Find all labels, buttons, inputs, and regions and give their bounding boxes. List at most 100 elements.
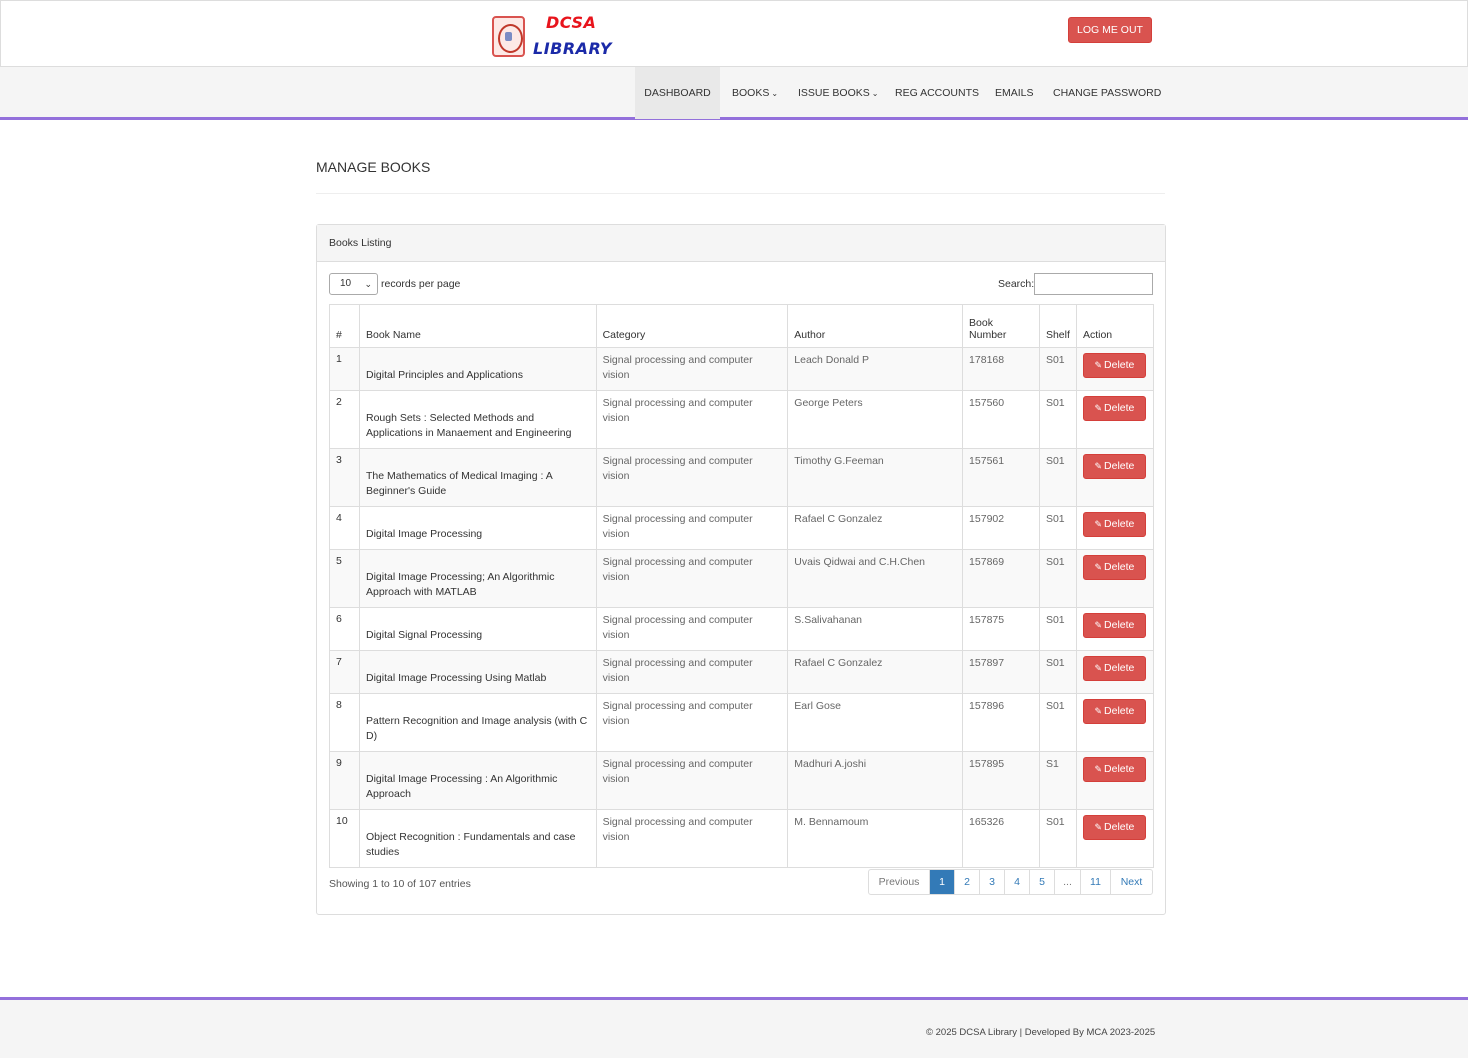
delete-button[interactable]: ✎ Delete — [1082, 656, 1146, 681]
book-author: Rafael C Gonzalez — [787, 650, 964, 694]
action-cell: ✎ Delete — [1075, 809, 1155, 868]
chevron-down-icon: ⌄ — [871, 89, 879, 98]
column-header-book-number-line2: Number — [969, 329, 1007, 341]
nav-change-password[interactable]: CHANGE PASSWORD — [1053, 67, 1161, 119]
delete-button[interactable]: ✎ Delete — [1082, 555, 1146, 580]
delete-button[interactable]: ✎ Delete — [1082, 757, 1146, 782]
book-number: 178168 — [962, 347, 1040, 391]
book-category: Signal processing and computer vision — [595, 549, 789, 608]
book-name: Digital Signal Processing — [365, 629, 483, 641]
delete-label: Delete — [1104, 662, 1135, 674]
book-name: Digital Image Processing : An Algorithmi… — [365, 773, 558, 800]
delete-button[interactable]: ✎ Delete — [1082, 512, 1146, 537]
pagination-page[interactable]: 1 — [929, 870, 954, 894]
column-header-category[interactable]: Category — [595, 304, 789, 348]
table-row: 5 Digital Image Processing; An Algorithm… — [329, 549, 1155, 608]
book-author: Timothy G.Feeman — [787, 448, 964, 507]
action-cell: ✎ Delete — [1075, 347, 1155, 391]
logout-button[interactable]: LOG ME OUT — [1068, 17, 1152, 43]
table-row: 7 Digital Image Processing Using Matlab … — [329, 650, 1155, 694]
table-row: 9 Digital Image Processing : An Algorith… — [329, 751, 1155, 810]
nav-emails[interactable]: EMAILS — [995, 67, 1034, 119]
delete-label: Delete — [1104, 460, 1135, 472]
row-num: 5 — [329, 549, 360, 608]
book-name-cell: Rough Sets : Selected Methods and Applic… — [358, 390, 597, 449]
records-per-page-label: records per page — [381, 278, 461, 290]
pagination-previous[interactable]: Previous — [869, 870, 929, 894]
book-category: Signal processing and computer vision — [595, 506, 789, 550]
book-category: Signal processing and computer vision — [595, 347, 789, 391]
action-cell: ✎ Delete — [1075, 693, 1155, 752]
action-cell: ✎ Delete — [1075, 448, 1155, 507]
pagination-page[interactable]: 3 — [979, 870, 1004, 894]
action-cell: ✎ Delete — [1075, 506, 1155, 550]
book-category: Signal processing and computer vision — [595, 650, 789, 694]
delete-button[interactable]: ✎ Delete — [1082, 815, 1146, 840]
pencil-icon: ✎ — [1094, 822, 1103, 832]
delete-button[interactable]: ✎ Delete — [1082, 353, 1146, 378]
book-shelf: S01 — [1038, 448, 1077, 507]
search-label: Search: — [998, 278, 1035, 290]
records-per-page-select[interactable]: 10 ⌄ — [329, 273, 378, 295]
nav-reg-accounts[interactable]: REG ACCOUNTS — [895, 67, 979, 119]
delete-button[interactable]: ✎ Delete — [1082, 613, 1146, 638]
nav-dashboard[interactable]: DASHBOARD — [635, 67, 720, 119]
nav-change-password-label: CHANGE PASSWORD — [1053, 87, 1162, 99]
pagination-page[interactable]: 11 — [1080, 870, 1110, 894]
table-row: 6 Digital Signal Processing Signal proce… — [329, 607, 1155, 651]
book-number: 165326 — [962, 809, 1040, 868]
book-number: 157896 — [962, 693, 1040, 752]
book-shelf: S01 — [1038, 347, 1077, 391]
delete-button[interactable]: ✎ Delete — [1082, 699, 1146, 724]
site-footer: © 2025 DCSA Library | Developed By MCA 2… — [0, 997, 1468, 1058]
book-number: 157560 — [962, 390, 1040, 449]
column-header-name[interactable]: Book Name — [358, 304, 597, 348]
row-num: 3 — [329, 448, 360, 507]
nav-books[interactable]: BOOKS ⌄ — [732, 67, 778, 119]
table-row: 3 The Mathematics of Medical Imaging : A… — [329, 448, 1155, 507]
column-header-author[interactable]: Author — [787, 304, 964, 348]
search-input[interactable] — [1034, 273, 1153, 295]
site-logo[interactable]: DCSA LIBRARY — [490, 13, 611, 59]
row-num: 6 — [329, 607, 360, 651]
book-shelf: S01 — [1038, 549, 1077, 608]
pagination-page[interactable]: 2 — [954, 870, 979, 894]
book-author: S.Salivahanan — [787, 607, 964, 651]
delete-label: Delete — [1104, 359, 1135, 371]
table-row: 1 Digital Principles and Applications Si… — [329, 347, 1155, 391]
row-num: 4 — [329, 506, 360, 550]
book-number: 157902 — [962, 506, 1040, 550]
row-num: 9 — [329, 751, 360, 810]
book-name-cell: Digital Image Processing Using Matlab — [358, 650, 597, 694]
action-cell: ✎ Delete — [1075, 751, 1155, 810]
book-category: Signal processing and computer vision — [595, 693, 789, 752]
pagination-page[interactable]: 4 — [1004, 870, 1029, 894]
pencil-icon: ✎ — [1094, 663, 1103, 673]
delete-button[interactable]: ✎ Delete — [1082, 396, 1146, 421]
column-header-action[interactable]: Action — [1075, 304, 1155, 348]
pagination-page[interactable]: 5 — [1029, 870, 1054, 894]
book-author: Leach Donald P — [787, 347, 964, 391]
book-shelf: S01 — [1038, 693, 1077, 752]
pagination-next[interactable]: Next — [1110, 870, 1152, 894]
delete-label: Delete — [1104, 561, 1135, 573]
book-name: Object Recognition : Fundamentals and ca… — [365, 831, 576, 858]
column-header-book-number[interactable]: Book Number — [962, 304, 1040, 348]
pencil-icon: ✎ — [1094, 620, 1103, 630]
logo-text-top: DCSA — [546, 13, 597, 32]
panel-heading: Books Listing — [317, 225, 1165, 262]
books-table: # Book Name Category Author Book Number S… — [329, 304, 1155, 868]
book-number: 157895 — [962, 751, 1040, 810]
column-header-num[interactable]: # — [329, 304, 360, 348]
delete-label: Delete — [1104, 619, 1135, 631]
nav-books-label: BOOKS — [732, 87, 770, 99]
delete-button[interactable]: ✎ Delete — [1082, 454, 1146, 479]
chevron-down-icon: ⌄ — [771, 89, 779, 98]
book-shelf: S01 — [1038, 650, 1077, 694]
delete-label: Delete — [1104, 518, 1135, 530]
delete-label: Delete — [1104, 705, 1135, 717]
nav-issue-books[interactable]: ISSUE BOOKS ⌄ — [798, 67, 878, 119]
table-header-row: # Book Name Category Author Book Number S… — [329, 304, 1155, 348]
book-name: Digital Principles and Applications — [365, 369, 523, 381]
column-header-shelf[interactable]: Shelf — [1038, 304, 1077, 348]
